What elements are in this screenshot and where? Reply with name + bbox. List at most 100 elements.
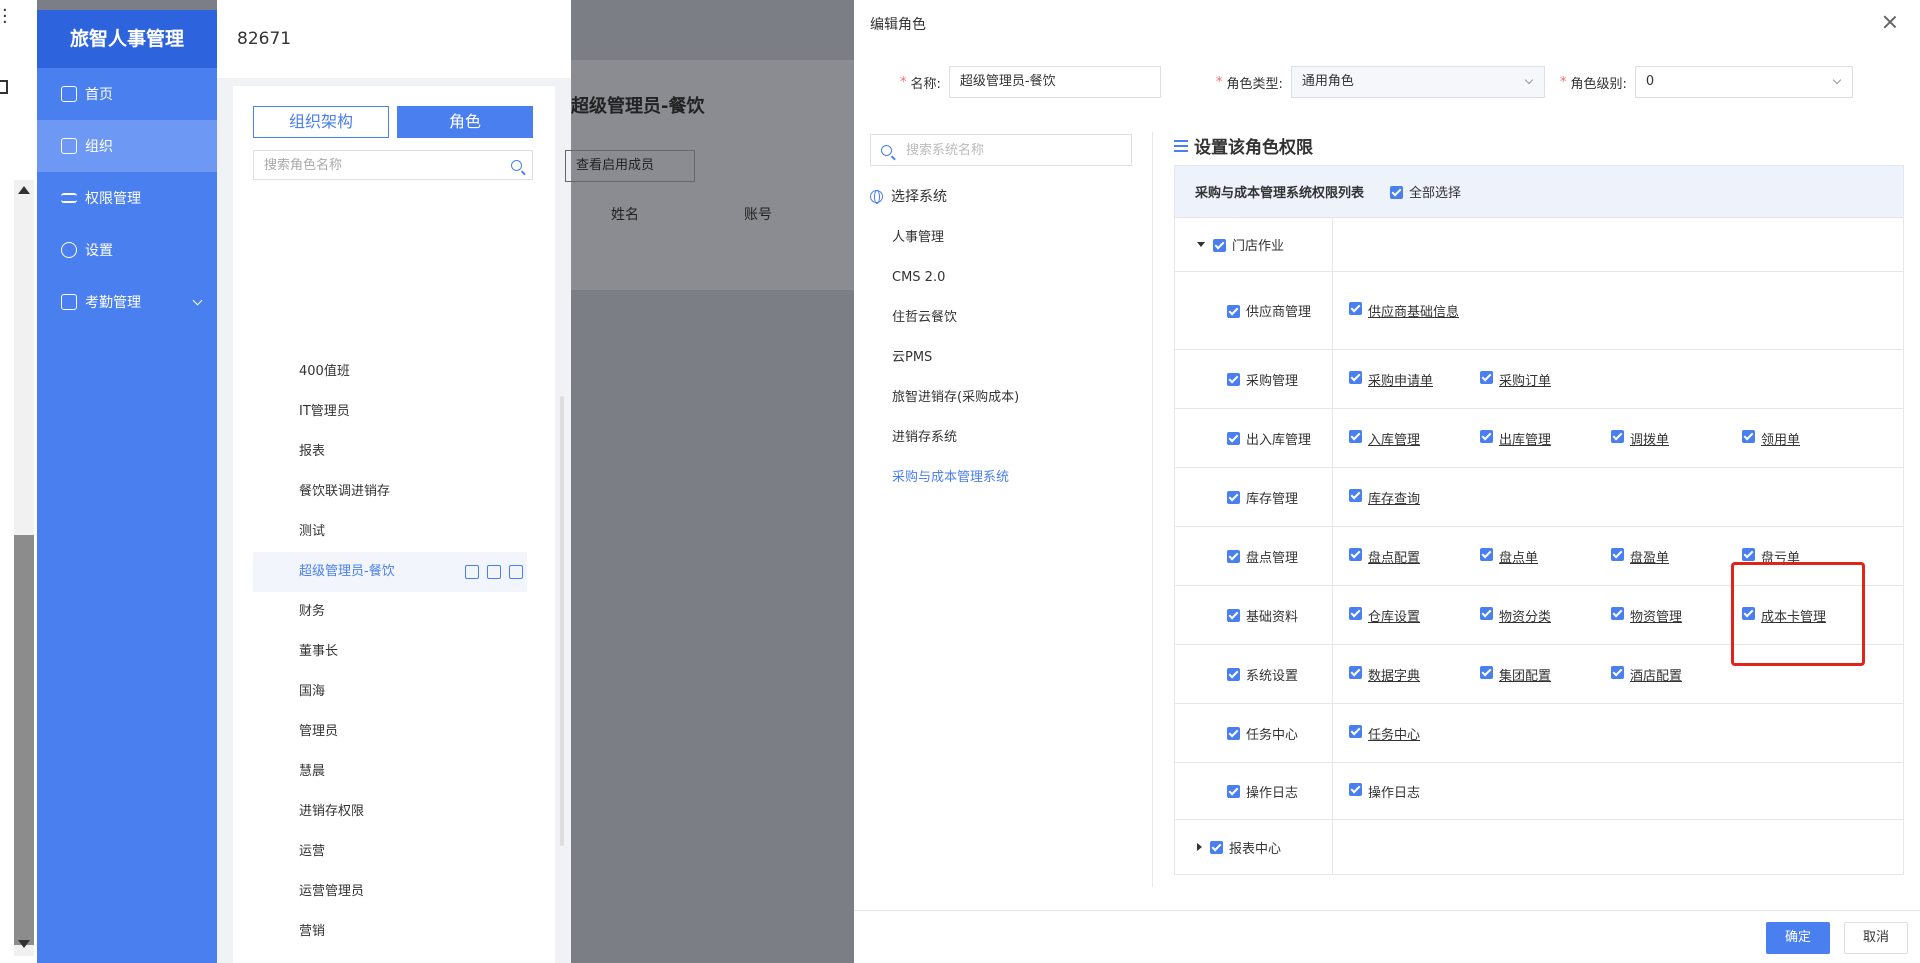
perm-item[interactable]: 领用单 [1742,429,1873,448]
system-item[interactable]: 住哲云餐饮 [892,298,1019,338]
perm-item[interactable]: 入库管理 [1349,429,1480,448]
role-item[interactable]: 国海 [253,672,527,712]
role-level-select[interactable]: 0 [1634,66,1853,98]
role-item[interactable]: 运营 [253,832,527,872]
perm-item[interactable]: 任务中心 [1349,724,1480,743]
delete-icon[interactable] [509,565,523,579]
sidebar-item-organization[interactable]: 组织 [37,120,217,172]
edit-icon[interactable] [487,565,501,579]
scrollbar-thumb[interactable] [14,535,34,945]
perm-item[interactable]: 物资分类 [1480,606,1611,625]
sidebar-item-home[interactable]: 首页 [37,68,217,120]
perm-item[interactable]: 库存查询 [1349,488,1480,507]
checkbox[interactable] [1227,727,1240,740]
checkbox[interactable] [1349,606,1362,620]
checkbox[interactable] [1611,665,1624,679]
scroll-down-icon[interactable] [18,940,30,948]
system-item[interactable]: 人事管理 [892,218,1019,258]
checkbox[interactable] [1349,302,1362,315]
checkbox[interactable] [1349,547,1362,561]
name-input[interactable]: 超级管理员-餐饮 [948,66,1161,98]
checkbox[interactable] [1480,547,1493,561]
tab-org-structure[interactable]: 组织架构 [253,106,389,138]
perm-item[interactable]: 盘点单 [1480,547,1611,566]
checkbox[interactable] [1227,785,1240,798]
role-type-select[interactable]: 通用角色 [1290,66,1545,98]
role-search-input[interactable] [264,157,511,173]
checkbox[interactable] [1349,782,1362,796]
checkbox[interactable] [1227,550,1240,563]
cancel-button[interactable]: 取消 [1844,922,1908,954]
role-item[interactable]: 营销 [253,912,527,952]
role-item-selected[interactable]: 超级管理员-餐饮 [253,552,527,592]
role-item[interactable]: 400值班 [253,352,527,392]
checkbox[interactable] [1349,429,1362,443]
caret-right-icon[interactable] [1197,843,1202,851]
caret-down-icon[interactable] [1197,242,1205,247]
checkbox[interactable] [1742,429,1755,443]
sidebar-item-permissions[interactable]: 权限管理 [37,172,217,224]
checkbox[interactable] [1213,238,1226,252]
perm-item[interactable]: 盘点配置 [1349,547,1480,566]
checkbox[interactable] [1227,609,1240,622]
scroll-up-icon[interactable] [18,186,30,194]
role-item[interactable]: 报表 [253,432,527,472]
system-item[interactable]: CMS 2.0 [892,258,1019,298]
perm-item[interactable]: 酒店配置 [1611,665,1742,684]
checkbox[interactable] [1227,491,1240,504]
system-item[interactable]: 旅智进销存(采购成本) [892,378,1019,418]
select-all[interactable]: 全部选择 [1390,182,1461,201]
checkbox[interactable] [1480,606,1493,620]
checkbox[interactable] [1611,547,1624,561]
role-item[interactable]: 进销存权限 [253,792,527,832]
confirm-button[interactable]: 确定 [1766,922,1830,954]
perm-item[interactable]: 仓库设置 [1349,606,1480,625]
tab-roles[interactable]: 角色 [397,106,533,138]
system-search-input[interactable] [906,142,1076,158]
checkbox[interactable] [1227,373,1240,386]
role-item[interactable]: 慧晨 [253,752,527,792]
checkbox[interactable] [1210,841,1223,854]
role-item[interactable]: 管理员 [253,712,527,752]
checkbox[interactable] [1227,432,1240,445]
select-all-checkbox[interactable] [1390,185,1404,199]
perm-item[interactable]: 供应商基础信息 [1349,301,1459,320]
perm-item[interactable]: 盘盈单 [1611,547,1742,566]
checkbox[interactable] [1611,429,1624,443]
search-icon[interactable] [511,159,522,171]
checkbox[interactable] [1349,724,1362,738]
sidebar-item-settings[interactable]: 设置 [37,224,217,276]
checkbox[interactable] [1480,665,1493,679]
perm-item[interactable]: 采购订单 [1480,370,1611,389]
perm-item[interactable]: 采购申请单 [1349,370,1480,389]
checkbox[interactable] [1349,370,1362,384]
system-item[interactable]: 进销存系统 [892,418,1019,458]
checkbox[interactable] [1742,547,1755,561]
system-item[interactable]: 云PMS [892,338,1019,378]
checkbox[interactable] [1480,429,1493,443]
checkbox[interactable] [1349,488,1362,502]
checkbox[interactable] [1227,304,1240,318]
checkbox[interactable] [1480,370,1493,384]
role-item[interactable]: 餐饮联调进销存 [253,472,527,512]
perm-item[interactable]: 集团配置 [1480,665,1611,684]
copy-icon[interactable] [465,565,479,579]
role-item[interactable]: 测试 [253,512,527,552]
sidebar-item-attendance[interactable]: 考勤管理 [37,276,217,328]
checkbox[interactable] [1611,606,1624,620]
role-list-scrollbar[interactable] [560,396,564,846]
checkbox[interactable] [1349,665,1362,679]
role-item[interactable]: 财务 [253,592,527,632]
more-icon[interactable]: · · · [2,2,8,32]
role-item[interactable]: IT管理员 [253,392,527,432]
role-item[interactable]: 董事长 [253,632,527,672]
system-item-selected[interactable]: 采购与成本管理系统 [892,458,1019,498]
perm-item[interactable]: 数据字典 [1349,665,1480,684]
role-item[interactable]: 运营管理员 [253,872,527,912]
perm-item[interactable]: 操作日志 [1349,782,1480,801]
close-icon[interactable] [1882,14,1898,30]
perm-item[interactable]: 出库管理 [1480,429,1611,448]
member-filter-select[interactable]: 查看启用成员 [565,150,695,182]
perm-item[interactable]: 调拨单 [1611,429,1742,448]
perm-item[interactable]: 物资管理 [1611,606,1742,625]
